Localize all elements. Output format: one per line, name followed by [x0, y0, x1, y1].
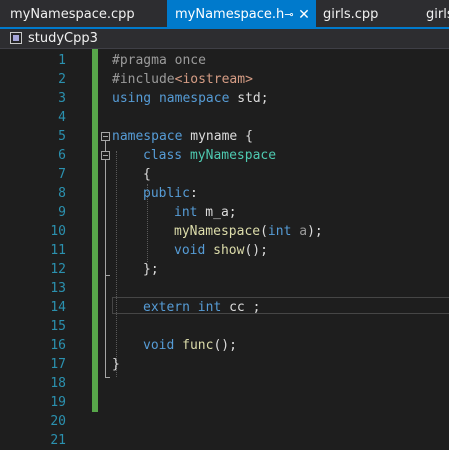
tab-label: girls.cpp — [323, 7, 379, 22]
keyword: namespace — [112, 129, 183, 144]
tab-myNamespace-h[interactable]: myNamespace.h ⊸ ✕ — [167, 0, 316, 27]
line-number: 10 — [50, 224, 66, 239]
code-line-10: myNamespace(int a); — [174, 222, 323, 241]
punctuation: (); — [244, 243, 268, 258]
line-number: 11 — [50, 243, 66, 258]
directive: #pragma once — [112, 53, 206, 68]
fold-line — [105, 141, 106, 377]
pin-icon[interactable]: ⊸ — [282, 0, 296, 27]
keyword: void — [174, 243, 206, 258]
line-number: 9 — [58, 205, 66, 220]
line-number: 18 — [50, 376, 66, 391]
identifier: std; — [229, 91, 269, 106]
line-number: 21 — [50, 433, 66, 448]
punctuation: (); — [213, 338, 237, 353]
code-line-9: int m_a; — [174, 203, 237, 222]
keyword: int — [174, 205, 198, 220]
tab-girls-h[interactable]: girls — [416, 0, 449, 27]
line-number: 4 — [58, 110, 66, 125]
code-line-7: { — [143, 165, 151, 184]
code-line-2: #include<iostream> — [112, 70, 253, 89]
keyword: int — [197, 300, 222, 315]
brace: }; — [143, 262, 159, 277]
fold-end-tick — [105, 377, 110, 378]
line-number: 14 — [50, 300, 66, 315]
identifier: cc ; — [221, 300, 261, 315]
punctuation: ( — [260, 224, 268, 239]
tab-girls-cpp[interactable]: girls.cpp — [316, 0, 416, 27]
tab-label: girls — [426, 7, 449, 22]
identifier: m_a; — [197, 205, 237, 220]
code-line-1: #pragma once — [112, 51, 206, 70]
keyword: void — [143, 338, 175, 353]
close-icon[interactable]: ✕ — [297, 0, 311, 27]
line-number: 17 — [50, 357, 66, 372]
identifier: myname { — [182, 129, 253, 144]
type-name: myNamespace — [189, 148, 277, 163]
indent-guide — [116, 151, 117, 377]
include-path: <iostream> — [174, 72, 253, 87]
line-number: 20 — [50, 414, 66, 429]
line-number: 12 — [50, 262, 66, 277]
keyword: int — [267, 224, 292, 239]
brace: } — [112, 357, 120, 372]
function-name: show — [213, 243, 245, 258]
project-icon — [10, 32, 22, 44]
keyword: class — [143, 148, 183, 163]
change-tracking-bar — [92, 49, 98, 412]
project-dropdown[interactable]: studyCpp3 — [28, 29, 98, 49]
tab-myNamespace-cpp[interactable]: myNamespace.cpp — [0, 0, 167, 27]
line-number: 13 — [50, 281, 66, 296]
code-editor[interactable]: 1 2 3 4 5 6 7 8 9 10 11 12 13 14 15 16 1… — [0, 49, 449, 449]
line-number: 8 — [58, 186, 66, 201]
punctuation: ); — [307, 224, 323, 239]
parameter: a — [299, 224, 308, 239]
keyword: extern — [143, 300, 190, 315]
line-number: 16 — [50, 338, 66, 353]
tab-label: myNamespace.cpp — [10, 7, 135, 22]
line-number: 3 — [58, 91, 66, 106]
tab-bar: myNamespace.cpp myNamespace.h ⊸ ✕ girls.… — [0, 0, 449, 29]
line-number: 6 — [58, 148, 66, 163]
line-number: 15 — [50, 319, 66, 334]
keyword: namespace — [158, 91, 230, 106]
function-name: func — [182, 338, 214, 353]
code-line-6: class myNamespace — [143, 146, 276, 165]
code-line-16: void func(); — [143, 336, 237, 355]
line-number: 1 — [58, 53, 66, 68]
code-line-11: void show(); — [174, 241, 268, 260]
line-number: 7 — [58, 167, 66, 182]
line-number: 19 — [50, 395, 66, 410]
keyword: public — [143, 186, 190, 201]
collapse-namespace-icon[interactable] — [101, 132, 110, 141]
code-line-5: namespace myname { — [112, 127, 253, 146]
punctuation: : — [189, 186, 198, 201]
navigation-bar: studyCpp3 — [0, 29, 449, 49]
line-number-gutter: 1 2 3 4 5 6 7 8 9 10 11 12 13 14 15 16 1… — [0, 49, 95, 449]
function-name: myNamespace — [174, 224, 261, 239]
code-line-14: extern int cc ; — [143, 298, 260, 317]
line-number: 2 — [58, 72, 66, 87]
code-line-12: }; — [143, 260, 159, 279]
code-line-17: } — [112, 355, 120, 374]
keyword: using — [112, 91, 152, 106]
brace: { — [143, 167, 151, 182]
tab-label: myNamespace.h — [175, 7, 285, 22]
collapse-class-icon[interactable] — [101, 151, 110, 160]
fold-end-tick — [105, 275, 110, 276]
line-number: 5 — [58, 129, 66, 144]
directive: #include — [112, 72, 175, 87]
code-line-8: public: — [143, 184, 198, 203]
code-line-3: using namespace std; — [112, 89, 269, 108]
